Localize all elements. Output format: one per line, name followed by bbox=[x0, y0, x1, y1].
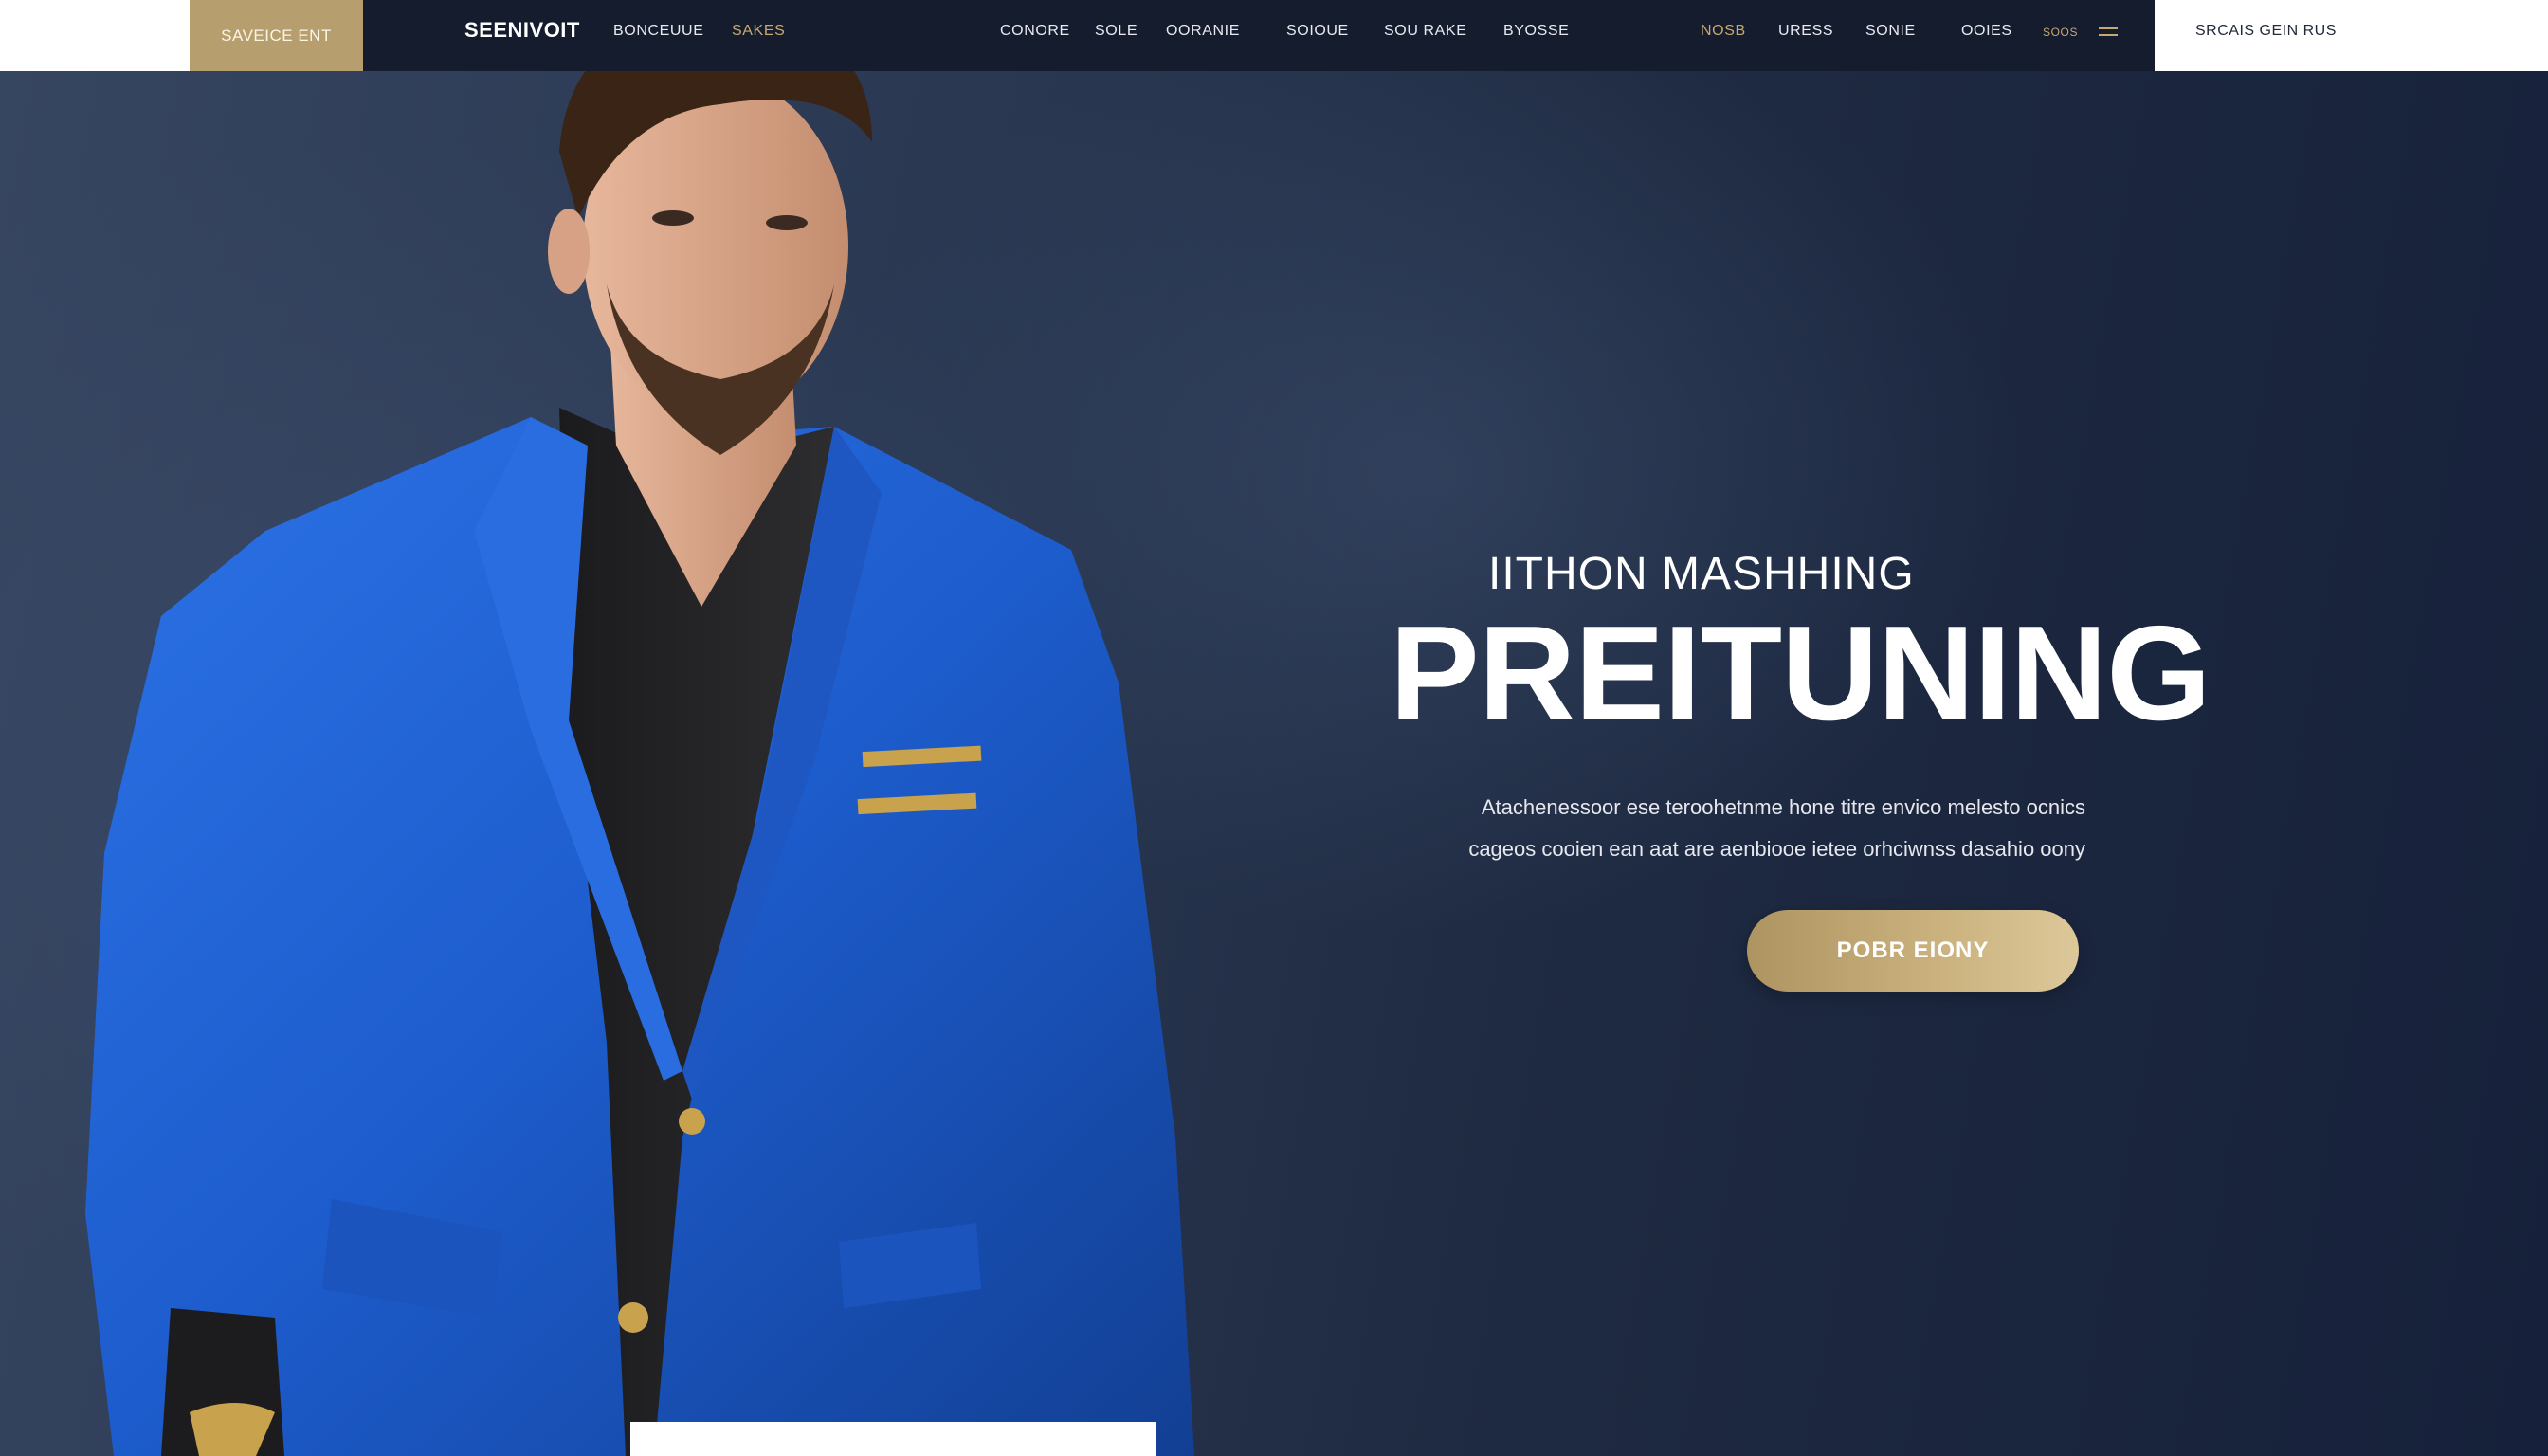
nav-link-8[interactable]: BYOSSE bbox=[1503, 23, 1569, 40]
hero-eyebrow: IITHON MASHHING bbox=[1488, 549, 1915, 599]
nav-link-6[interactable]: SOIOUE bbox=[1286, 23, 1349, 40]
nav-link-1[interactable]: BONCEUUE bbox=[613, 23, 703, 40]
nav-link-2[interactable]: SAKES bbox=[732, 23, 785, 40]
hero-body-line-1: Atachenessoor ese teroohetnme hone titre… bbox=[1481, 795, 2085, 819]
top-nav: SAVEICE ENT SEENIVOIT BONCEUUE SAKES CON… bbox=[0, 0, 2548, 71]
cta-button[interactable]: POBR EIONY bbox=[1747, 910, 2079, 992]
nav-link-9[interactable]: NOSB bbox=[1701, 23, 1746, 40]
brand-logo[interactable]: SEENIVOIT bbox=[464, 18, 580, 43]
nav-link-5[interactable]: OORANIE bbox=[1166, 23, 1240, 40]
hero-body-line-2: cageos cooien ean aat are aenbiooe ietee… bbox=[1468, 837, 2085, 861]
hamburger-icon[interactable] bbox=[2099, 27, 2118, 39]
bottom-card bbox=[630, 1422, 1156, 1456]
nav-link-3[interactable]: CONORE bbox=[1000, 23, 1070, 40]
nav-link-4[interactable]: SOLE bbox=[1095, 23, 1138, 40]
nav-link-13[interactable]: SOOS bbox=[2043, 26, 2078, 39]
promo-banner[interactable]: SAVEICE ENT bbox=[190, 0, 363, 71]
hero-headline: PREITUNING bbox=[1390, 598, 2211, 749]
nav-link-7[interactable]: SOU RAKE bbox=[1384, 23, 1467, 40]
nav-link-12[interactable]: OOIES bbox=[1961, 23, 2012, 40]
model-image bbox=[85, 9, 1194, 1456]
nav-link-10[interactable]: URESS bbox=[1778, 23, 1833, 40]
nav-left-panel bbox=[0, 0, 190, 71]
sign-in-link[interactable]: SRCAIS GEIN RUS bbox=[2195, 23, 2337, 40]
nav-link-11[interactable]: SONIE bbox=[1866, 23, 1916, 40]
hero-body-text: Atachenessoor ese teroohetnme hone titre… bbox=[1441, 787, 2085, 870]
